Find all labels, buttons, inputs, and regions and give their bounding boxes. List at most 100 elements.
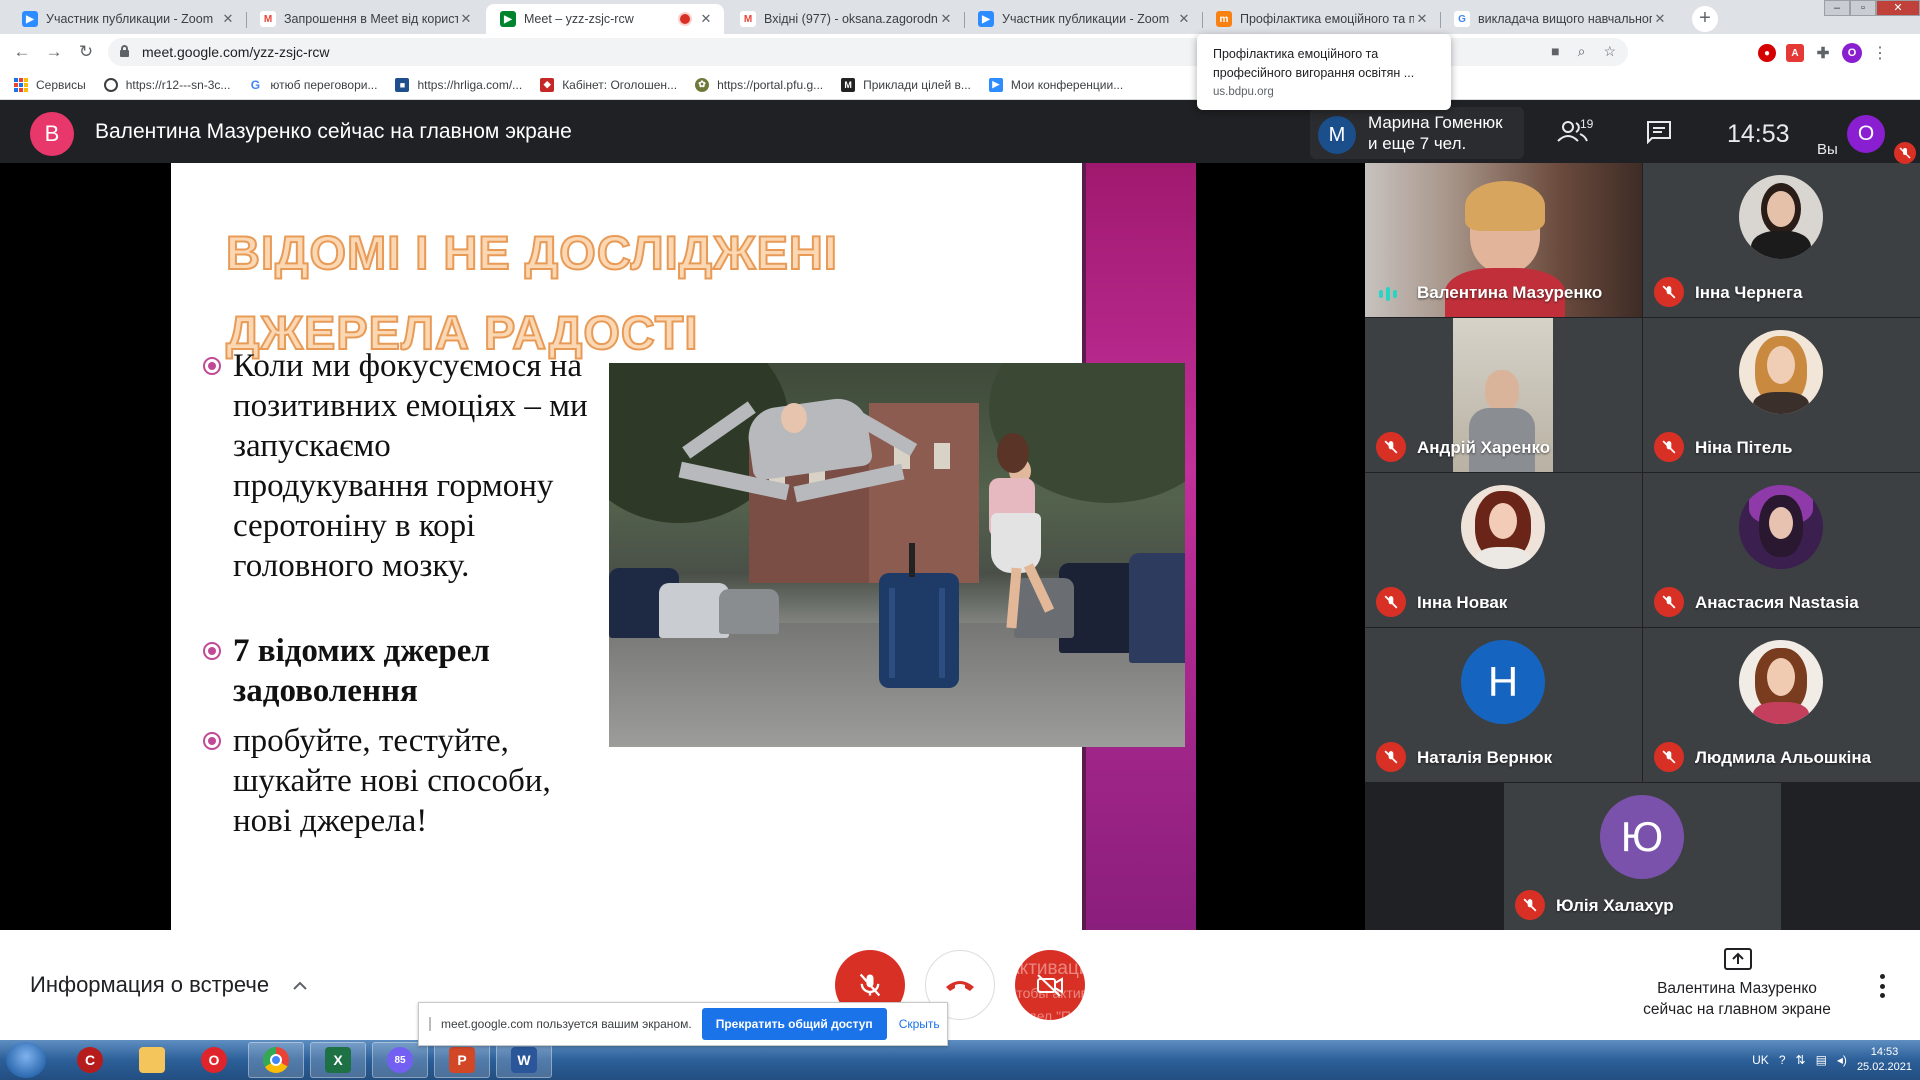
participant-tile[interactable]: Анастасия Nastasia [1643, 473, 1920, 627]
help-icon[interactable]: ? [1779, 1053, 1786, 1067]
taskbar-app[interactable] [124, 1042, 180, 1078]
taskbar-app[interactable] [248, 1042, 304, 1078]
network-icon[interactable]: ▤ [1816, 1053, 1827, 1067]
participant-tile[interactable]: Н Наталія Вернюк [1365, 628, 1642, 782]
lock-icon[interactable] [120, 45, 129, 57]
tab-close-icon[interactable]: ✕ [1176, 11, 1192, 27]
presenting-label[interactable]: Валентина Мазуренко сейчас на главном эк… [1620, 978, 1854, 1020]
participant-tile[interactable]: Андрій Харенко [1365, 318, 1642, 472]
tab-close-icon[interactable]: ✕ [1414, 11, 1430, 27]
hide-banner-link[interactable]: Скрыть [899, 1017, 940, 1031]
close-window-icon[interactable]: ✕ [1876, 0, 1920, 16]
tab-zoom-2[interactable]: ▶ Участник публикации - Zoom ✕ [964, 4, 1202, 34]
tab-zoom-1[interactable]: ▶ Участник публикации - Zoom ✕ [8, 4, 246, 34]
participant-name: Інна Чернега [1695, 283, 1803, 302]
other-participants-chip[interactable]: M Марина Гоменюк и еще 7 чел. [1310, 107, 1524, 159]
zoom-icon: ▶ [978, 11, 994, 27]
app-red-icon: C [77, 1047, 103, 1073]
tab-google-search[interactable]: G викладача вищого навчального ✕ [1440, 4, 1678, 34]
tab-title: Участник публикации - Zoom [46, 12, 214, 26]
profile-avatar[interactable]: O [1842, 43, 1862, 63]
participant-tile[interactable]: Людмила Альошкіна [1643, 628, 1920, 782]
taskbar-app[interactable]: P [434, 1042, 490, 1078]
participant-tile[interactable]: Ю Юлія Халахур [1504, 783, 1781, 930]
participant-tile[interactable]: Ніна Пітель [1643, 318, 1920, 472]
zoom-magnifier-icon[interactable]: ⌕ [1578, 43, 1586, 60]
url-text[interactable]: meet.google.com/yzz-zsjc-rcw [142, 44, 330, 60]
taskbar-app[interactable]: W [496, 1042, 552, 1078]
extensions-puzzle-icon[interactable]: ✚ [1814, 44, 1832, 62]
window-controls: – ▫ ✕ [1824, 0, 1920, 16]
back-arrow-icon[interactable]: ← [12, 42, 32, 62]
bookmark-item[interactable]: ■ https://hrliga.com/... [395, 77, 522, 92]
bookmark-item[interactable]: M Приклади цілей в... [841, 77, 971, 92]
self-label: Вы [1817, 141, 1838, 158]
tab-close-icon[interactable]: ✕ [1652, 11, 1668, 27]
maximize-icon[interactable]: ▫ [1850, 0, 1876, 16]
others-line1: Марина Гоменюк [1368, 113, 1503, 132]
mic-off-icon [1654, 587, 1684, 617]
participant-name: Андрій Харенко [1417, 438, 1551, 457]
globe-icon [103, 77, 118, 92]
camera-icon[interactable]: ■ [1551, 43, 1559, 60]
pdf-extension-icon[interactable]: A [1786, 44, 1804, 62]
bookmark-item[interactable]: ◆ Кабінет: Оголошен... [540, 77, 678, 92]
forward-arrow-icon[interactable]: → [44, 42, 64, 62]
gmail-icon: M [740, 11, 756, 27]
tab-moodle[interactable]: m Профілактика емоційного та пр ✕ [1202, 4, 1440, 34]
excel-icon: X [325, 1047, 351, 1073]
bookmark-label: Кабінет: Оголошен... [562, 77, 678, 92]
slide-title-line1: ВІДОМІ І НЕ ДОСЛІДЖЕНІ [225, 225, 838, 280]
bookmark-item[interactable]: G ютюб переговори... [248, 77, 377, 92]
tab-close-icon[interactable]: ✕ [458, 11, 474, 27]
adblock-extension-icon[interactable]: ● [1758, 44, 1776, 62]
participant-name: Інна Новак [1417, 593, 1508, 612]
bookmark-item[interactable]: https://r12---sn-3c... [103, 77, 230, 92]
windows-taskbar: C O X 85 P W UK ? ⇅ ▤ ◂) 14:53 25.02.202… [0, 1040, 1920, 1080]
bookmark-icon: M [841, 77, 856, 92]
mic-off-icon [1376, 432, 1406, 462]
tooltip-title: Профілактика емоційного та професійного … [1213, 47, 1415, 80]
meeting-info-button[interactable]: Информация о встрече [30, 972, 269, 998]
volume-icon[interactable]: ◂) [1837, 1053, 1847, 1067]
meet-icon: ▶ [500, 11, 516, 27]
bullet-icon [203, 642, 221, 660]
participant-tile[interactable]: Інна Новак [1365, 473, 1642, 627]
tray-arrows-icon[interactable]: ⇅ [1796, 1053, 1806, 1067]
language-indicator[interactable]: UK [1752, 1053, 1769, 1067]
participant-tile[interactable]: Валентина Мазуренко [1365, 163, 1642, 317]
minimize-icon[interactable]: – [1824, 0, 1850, 16]
stop-sharing-button[interactable]: Прекратить общий доступ [701, 1008, 887, 1040]
tab-close-icon[interactable]: ✕ [698, 11, 714, 27]
self-avatar[interactable]: O [1847, 115, 1885, 153]
bookmark-item[interactable]: ✿ https://portal.pfu.g... [695, 77, 823, 92]
present-screen-icon[interactable] [1724, 948, 1752, 970]
new-tab-button[interactable]: + [1692, 6, 1718, 32]
participant-tile[interactable]: Інна Чернега [1643, 163, 1920, 317]
chevron-up-icon[interactable] [292, 978, 308, 994]
bookmark-apps[interactable]: Сервисы [14, 77, 86, 92]
taskbar-app[interactable]: X [310, 1042, 366, 1078]
tab-title: Запрошення в Meet від користу [284, 12, 458, 26]
bookmark-item[interactable]: ▶ Мои конференции... [988, 77, 1123, 92]
more-options-icon[interactable] [1874, 974, 1890, 998]
tab-close-icon[interactable]: ✕ [938, 11, 954, 27]
chrome-menu-icon[interactable]: ⋮ [1872, 43, 1888, 63]
drag-handle-icon[interactable] [429, 1017, 431, 1031]
taskbar-clock[interactable]: 14:53 25.02.2021 [1857, 1045, 1912, 1075]
tab-meet[interactable]: ▶ Meet – yzz-zsjc-rcw ✕ [486, 4, 724, 34]
participant-name: Наталія Вернюк [1417, 748, 1553, 767]
bookmark-star-icon[interactable]: ☆ [1603, 43, 1616, 60]
tab-close-icon[interactable]: ✕ [220, 11, 236, 27]
chat-icon[interactable] [1646, 120, 1672, 144]
taskbar-app[interactable]: O [186, 1042, 242, 1078]
start-orb-icon[interactable] [6, 1042, 46, 1078]
tab-gmail-invite[interactable]: M Запрошення в Meet від користу ✕ [246, 4, 484, 34]
opera-icon: O [201, 1047, 227, 1073]
taskbar-app[interactable]: C [62, 1042, 118, 1078]
tab-gmail-inbox[interactable]: M Вхідні (977) - oksana.zagorodniu ✕ [726, 4, 964, 34]
tab-title: Участник публикации - Zoom [1002, 12, 1170, 26]
recording-icon [680, 14, 690, 24]
reload-icon[interactable]: ↻ [76, 42, 96, 62]
taskbar-app[interactable]: 85 [372, 1042, 428, 1078]
